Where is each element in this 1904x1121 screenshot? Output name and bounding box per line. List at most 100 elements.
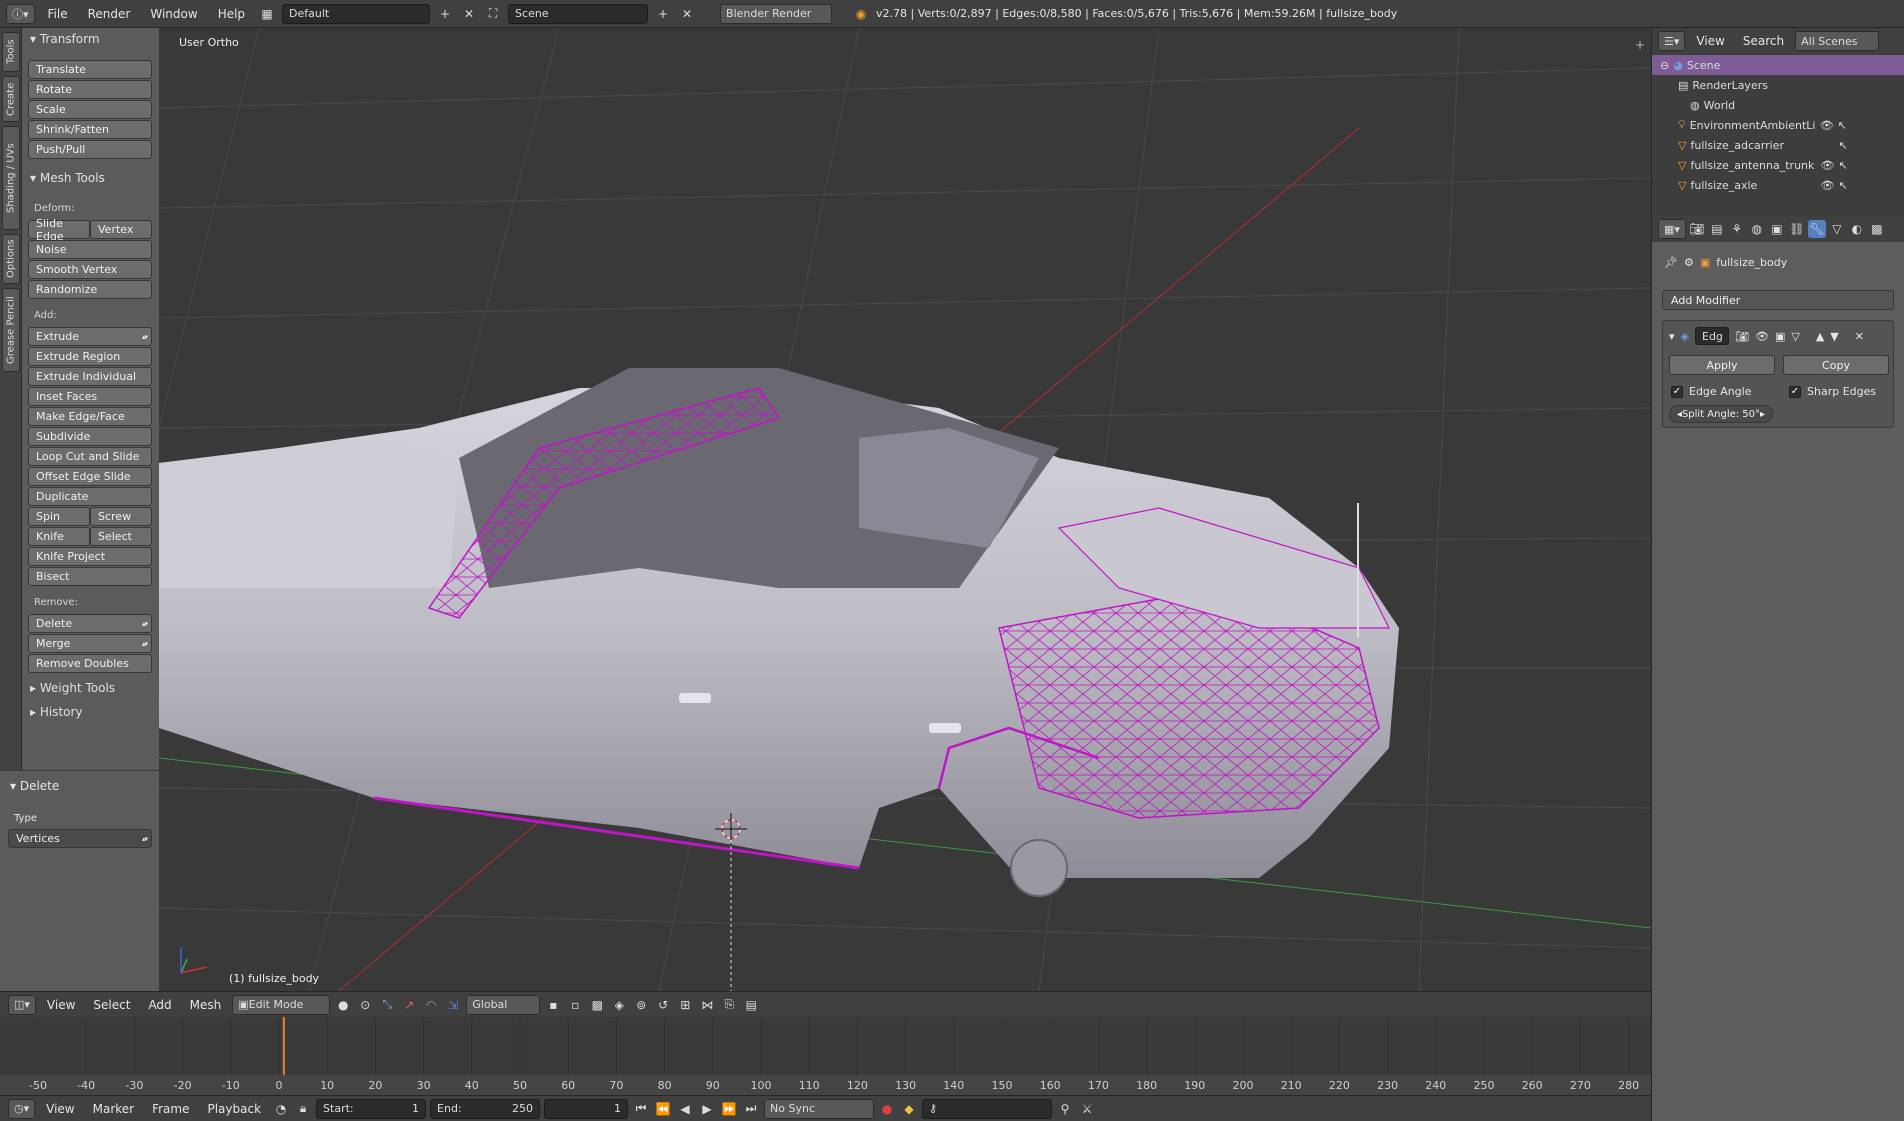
copy-modifier-button[interactable]: Copy bbox=[1783, 355, 1889, 375]
spin-button[interactable]: Spin bbox=[28, 507, 90, 526]
tab-create[interactable]: Create bbox=[2, 76, 20, 122]
increment-arrow-icon[interactable]: ▸ bbox=[1760, 409, 1765, 420]
loop-cut-slide-button[interactable]: Loop Cut and Slide bbox=[28, 447, 152, 466]
edge-select-icon[interactable]: ▫ bbox=[566, 996, 584, 1014]
vertex-select-icon[interactable]: ▪ bbox=[544, 996, 562, 1014]
outliner-menu-view[interactable]: View bbox=[1689, 34, 1731, 48]
edge-angle-checkbox[interactable]: ✓ Edge Angle bbox=[1671, 385, 1751, 398]
menu-frame[interactable]: Frame bbox=[145, 1102, 196, 1116]
subdivide-button[interactable]: Subdivide bbox=[28, 427, 152, 446]
layout-selector[interactable]: Default bbox=[282, 3, 431, 24]
knife-select-button[interactable]: Select bbox=[90, 527, 152, 546]
collapse-arrow-icon[interactable]: ▾ bbox=[1669, 330, 1675, 343]
remove-doubles-button[interactable]: Remove Doubles bbox=[28, 654, 152, 673]
jump-next-key-icon[interactable]: ⏩ bbox=[720, 1100, 738, 1118]
lock-time-icon[interactable]: 🔒︎ bbox=[294, 1100, 312, 1118]
menu-render[interactable]: Render bbox=[81, 7, 138, 21]
snap-target-icon[interactable]: ⋈ bbox=[698, 996, 716, 1014]
layers-tab-icon[interactable]: ▤ bbox=[1708, 220, 1726, 238]
pivot-point-icon[interactable]: ⊙ bbox=[356, 996, 374, 1014]
split-angle-slider[interactable]: ◂ Split Angle: 50° ▸ bbox=[1669, 405, 1773, 423]
modifier-name-field[interactable]: Edg bbox=[1695, 327, 1729, 345]
world-tab-icon[interactable]: ◍ bbox=[1748, 220, 1766, 238]
keying-set-icon[interactable]: ◆ bbox=[900, 1100, 918, 1118]
editor-type-info-button[interactable]: ⓘ▾ bbox=[6, 3, 35, 24]
material-tab-icon[interactable]: ◐ bbox=[1848, 220, 1866, 238]
weight-tools-panel-header[interactable]: ▸ Weight Tools bbox=[30, 681, 115, 695]
outliner-item-antenna-trunk[interactable]: ▽ fullsize_antenna_trunk 👁︎ ↖ bbox=[1652, 155, 1904, 175]
editmode-toggle-icon[interactable]: ▣ bbox=[1775, 330, 1785, 343]
knife-button[interactable]: Knife bbox=[28, 527, 90, 546]
editor-type-3dview-button[interactable]: ◫▾ bbox=[8, 994, 36, 1015]
3d-viewport[interactable]: User Ortho (1) fullsize_body + bbox=[159, 28, 1651, 991]
menu-file[interactable]: File bbox=[41, 7, 75, 21]
delete-type-dropdown[interactable]: Vertices bbox=[8, 829, 152, 848]
opengl-render-icon[interactable]: ⎘ bbox=[720, 996, 738, 1014]
data-tab-icon[interactable]: ▽ bbox=[1828, 220, 1846, 238]
add-layout-icon[interactable]: + bbox=[436, 5, 454, 23]
visibility-eye-icon[interactable]: 👁︎ bbox=[1820, 179, 1834, 192]
play-reverse-icon[interactable]: ◀ bbox=[676, 1100, 694, 1118]
current-frame-field[interactable]: 1 bbox=[544, 1098, 629, 1119]
constraints-tab-icon[interactable]: ⛓ bbox=[1788, 220, 1806, 238]
screw-button[interactable]: Screw bbox=[90, 507, 152, 526]
menu-view[interactable]: View bbox=[40, 998, 82, 1012]
scale-manipulator-icon[interactable]: ⇲ bbox=[444, 996, 462, 1014]
shrink-fatten-button[interactable]: Shrink/Fatten bbox=[28, 120, 152, 139]
menu-mesh[interactable]: Mesh bbox=[183, 998, 229, 1012]
extrude-individual-button[interactable]: Extrude Individual bbox=[28, 367, 152, 386]
outliner-item-scene[interactable]: ⊖ ◕ Scene bbox=[1652, 55, 1904, 75]
move-up-icon[interactable]: ▲ bbox=[1816, 330, 1824, 343]
texture-tab-icon[interactable]: ▩ bbox=[1868, 220, 1886, 238]
translate-manipulator-icon[interactable]: ↗ bbox=[400, 996, 418, 1014]
outliner-menu-search[interactable]: Search bbox=[1736, 34, 1791, 48]
duplicate-button[interactable]: Duplicate bbox=[28, 487, 152, 506]
mirror-icon[interactable]: ↺ bbox=[654, 996, 672, 1014]
tab-tools[interactable]: Tools bbox=[2, 32, 20, 72]
apply-modifier-button[interactable]: Apply bbox=[1669, 355, 1775, 375]
randomize-button[interactable]: Randomize bbox=[28, 280, 152, 299]
inset-faces-button[interactable]: Inset Faces bbox=[28, 387, 152, 406]
scale-button[interactable]: Scale bbox=[28, 100, 152, 119]
outliner-display-dropdown[interactable]: All Scenes bbox=[1795, 31, 1880, 51]
preview-range-icon[interactable]: ◔ bbox=[272, 1100, 290, 1118]
timeline-canvas[interactable]: -50 -40 -30 -20 -10 0 10 20 30 40 50 60 70 80 90 100 110… bbox=[0, 1017, 1651, 1095]
slide-edge-button[interactable]: Slide Edge bbox=[28, 217, 90, 243]
render-toggle-icon[interactable]: 📷︎ bbox=[1735, 330, 1749, 343]
active-keying-set-field[interactable]: ⚷ bbox=[922, 1098, 1053, 1119]
make-edge-face-button[interactable]: Make Edge/Face bbox=[28, 407, 152, 426]
jump-end-icon[interactable]: ⏭ bbox=[742, 1100, 760, 1118]
noise-button[interactable]: Noise bbox=[28, 240, 152, 259]
opengl-anim-icon[interactable]: ▤ bbox=[742, 996, 760, 1014]
select-arrow-icon[interactable]: ↖ bbox=[1838, 139, 1847, 152]
add-scene-icon[interactable]: + bbox=[654, 5, 672, 23]
viewport-shading-icon[interactable]: ● bbox=[334, 996, 352, 1014]
offset-edge-slide-button[interactable]: Offset Edge Slide bbox=[28, 467, 152, 486]
move-down-icon[interactable]: ▼ bbox=[1830, 330, 1838, 343]
select-arrow-icon[interactable]: ↖ bbox=[1838, 159, 1847, 172]
play-icon[interactable]: ▶ bbox=[698, 1100, 716, 1118]
operator-panel-header[interactable]: ▾ Delete bbox=[10, 779, 59, 793]
face-select-icon[interactable]: ▩ bbox=[588, 996, 606, 1014]
properties-editor[interactable]: ▦▾ 📷︎ ▤ ⚘ ◍ ▣ ⛓ 🔧︎ ▽ ◐ ▩ 📌︎ ⚙ ▣ fullsize… bbox=[1651, 216, 1904, 1121]
remove-modifier-icon[interactable]: ✕ bbox=[1855, 330, 1864, 343]
delete-keyframe-icon[interactable]: ⚔ bbox=[1078, 1100, 1096, 1118]
slide-vertex-button[interactable]: Vertex bbox=[90, 220, 152, 239]
area-split-icon[interactable]: + bbox=[1635, 38, 1645, 52]
snap-icon[interactable]: ⊞ bbox=[676, 996, 694, 1014]
tab-shading-uvs[interactable]: Shading / UVs bbox=[2, 126, 20, 230]
tab-options[interactable]: Options bbox=[2, 234, 20, 284]
jump-start-icon[interactable]: ⏮ bbox=[632, 1100, 650, 1118]
mesh-tools-panel-header[interactable]: ▾ Mesh Tools bbox=[30, 171, 105, 185]
select-arrow-icon[interactable]: ↖ bbox=[1838, 119, 1847, 132]
object-tab-icon[interactable]: ▣ bbox=[1768, 220, 1786, 238]
merge-dropdown[interactable]: Merge bbox=[28, 634, 152, 653]
mode-dropdown[interactable]: ▣ Edit Mode bbox=[232, 994, 331, 1015]
transform-orientation-dropdown[interactable]: Global bbox=[466, 994, 541, 1015]
outliner-item-environment[interactable]: 💡︎ EnvironmentAmbientLi 👁︎ ↖ bbox=[1652, 115, 1904, 135]
menu-select[interactable]: Select bbox=[86, 998, 137, 1012]
knife-project-button[interactable]: Knife Project bbox=[28, 547, 152, 566]
editor-type-timeline-button[interactable]: ◷▾ bbox=[8, 1098, 36, 1119]
menu-timeline-view[interactable]: View bbox=[39, 1102, 81, 1116]
history-panel-header[interactable]: ▸ History bbox=[30, 705, 83, 719]
